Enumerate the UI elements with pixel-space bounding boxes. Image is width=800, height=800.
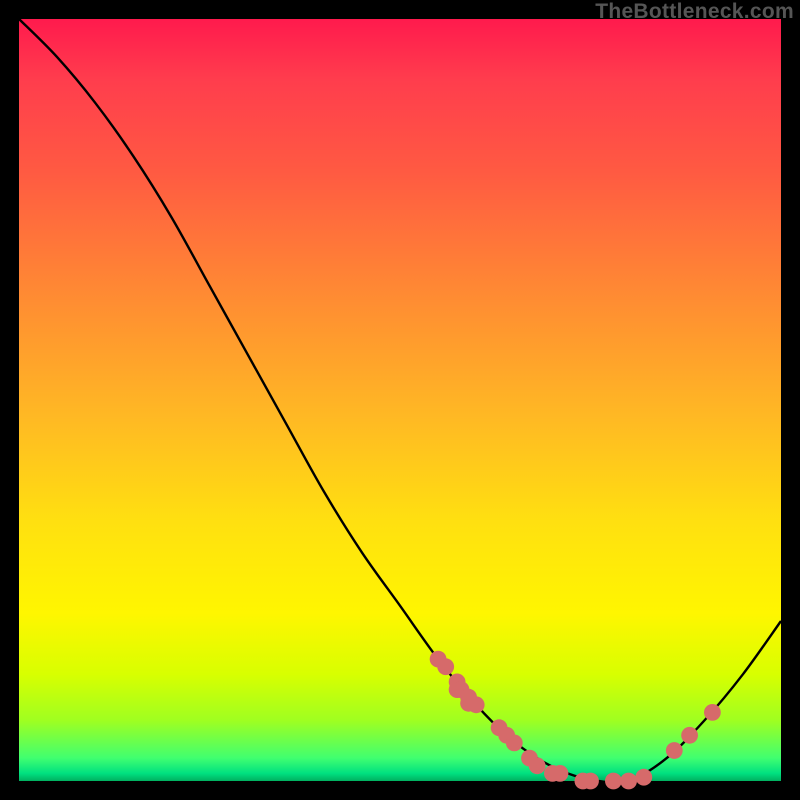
data-point — [552, 765, 569, 782]
curve-layer — [19, 19, 781, 781]
data-point — [666, 742, 683, 759]
data-point — [605, 773, 622, 790]
data-point — [620, 773, 637, 790]
chart-canvas: TheBottleneck.com — [0, 0, 800, 800]
bottleneck-curve — [19, 19, 781, 783]
data-point — [704, 704, 721, 721]
data-point — [582, 773, 599, 790]
data-point — [468, 696, 485, 713]
data-point — [437, 658, 454, 675]
data-point — [681, 727, 698, 744]
data-points — [430, 651, 721, 790]
data-point — [529, 757, 546, 774]
data-point — [506, 735, 523, 752]
data-point — [635, 769, 652, 786]
plot-gradient-area — [19, 19, 781, 781]
